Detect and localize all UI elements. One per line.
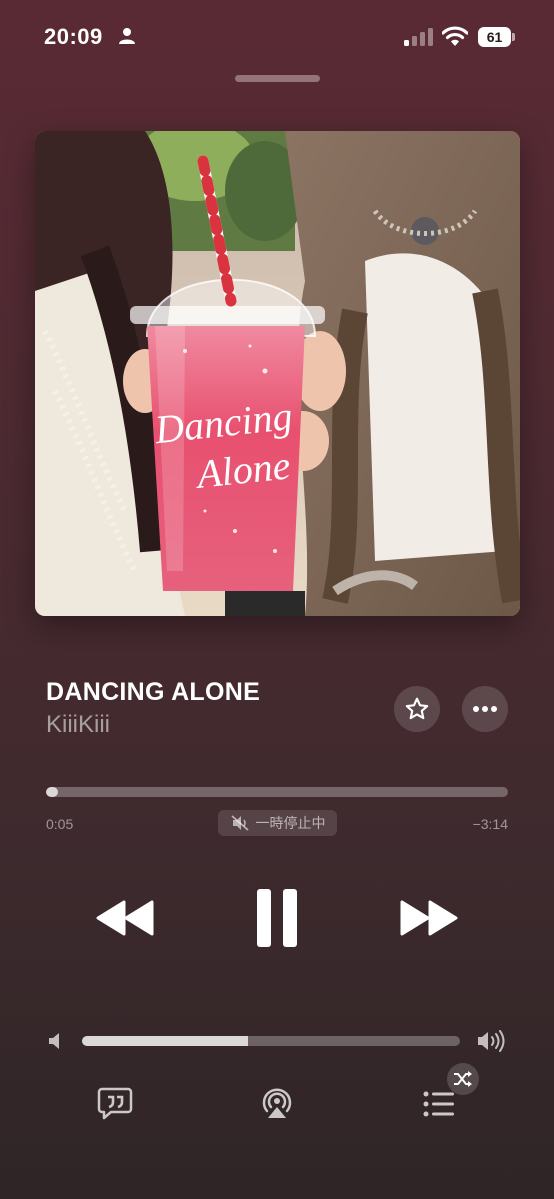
playback-progress-fill	[46, 787, 58, 797]
airplay-icon	[262, 1088, 292, 1118]
signal-icon	[404, 28, 433, 46]
volume-low-icon	[49, 1033, 59, 1049]
track-title: DANCING ALONE	[46, 678, 261, 706]
track-artist[interactable]: KiiiKiii	[46, 711, 110, 739]
pause-button[interactable]	[248, 885, 306, 951]
wifi-icon	[442, 26, 468, 46]
fast-forward-button[interactable]	[396, 893, 462, 943]
lyrics-icon	[97, 1087, 133, 1120]
playback-scrubber[interactable]	[46, 787, 508, 797]
status-pill: 一時停止中	[218, 810, 337, 836]
elapsed-time: 0:05	[46, 816, 74, 832]
album-artwork: Dancing Alone	[35, 131, 520, 616]
muted-speaker-icon	[230, 815, 249, 831]
battery-level: 61	[478, 27, 511, 47]
lyrics-button[interactable]	[97, 1085, 133, 1121]
airplay-button[interactable]	[259, 1085, 295, 1121]
status-bar: 20:09 61	[0, 0, 554, 70]
remaining-time: −3:14	[472, 816, 508, 832]
volume-high-icon	[478, 1030, 505, 1052]
status-label: 一時停止中	[255, 815, 326, 831]
status-time: 20:09	[44, 24, 103, 49]
more-button[interactable]	[462, 686, 508, 732]
fast-forward-icon	[400, 900, 458, 936]
person-icon	[119, 28, 135, 44]
battery-icon: 61	[478, 27, 516, 47]
queue-button[interactable]	[420, 1088, 456, 1120]
pause-icon	[257, 889, 297, 947]
volume-slider-fill	[82, 1036, 249, 1046]
ellipsis-icon	[473, 706, 497, 712]
shuffle-icon	[454, 1071, 472, 1087]
favorite-button[interactable]	[394, 686, 440, 732]
queue-icon	[423, 1091, 454, 1117]
sheet-grabber[interactable]	[235, 75, 320, 82]
shuffle-button[interactable]	[447, 1063, 479, 1095]
volume-slider[interactable]	[82, 1036, 460, 1046]
rewind-icon	[96, 900, 154, 936]
rewind-button[interactable]	[92, 893, 158, 943]
star-icon	[405, 697, 429, 720]
